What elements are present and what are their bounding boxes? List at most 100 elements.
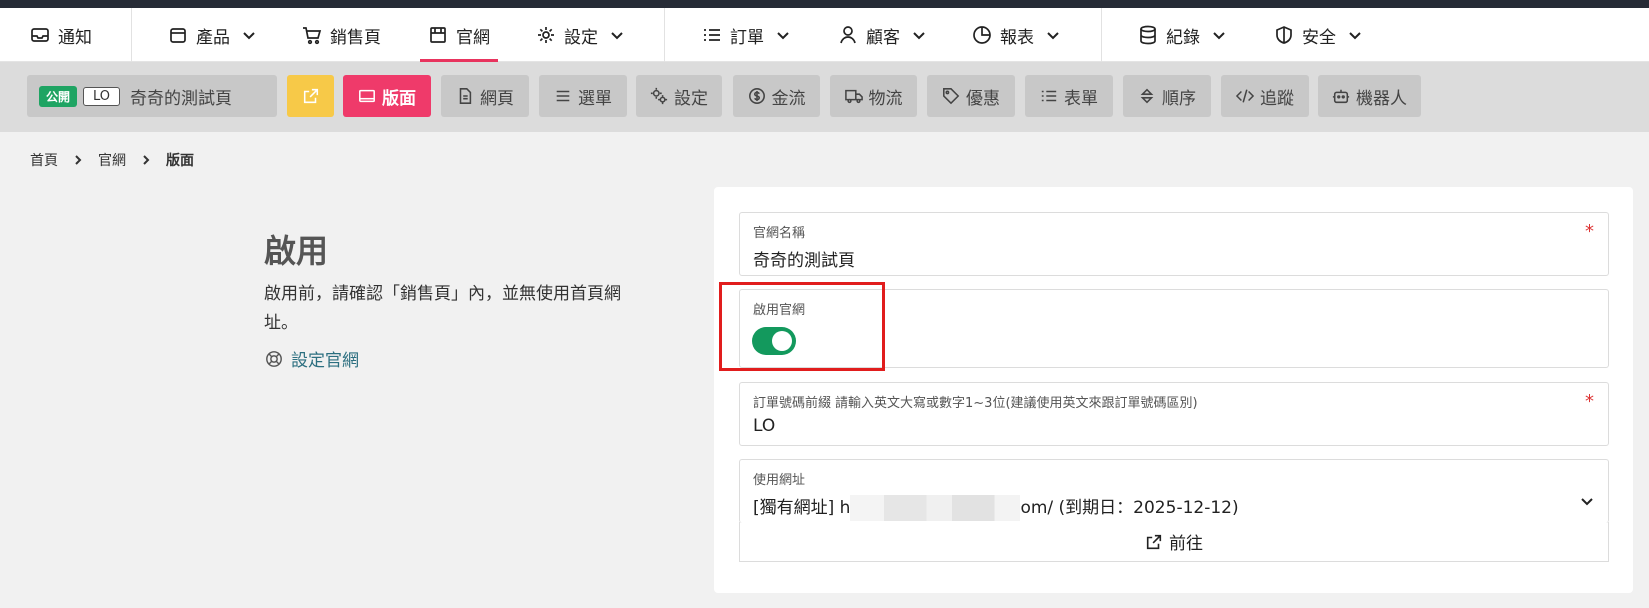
document-icon	[459, 88, 472, 104]
nav-website-label: 官網	[456, 27, 490, 48]
chevron-down-icon	[611, 32, 623, 40]
tab-discount[interactable]: 優惠	[927, 75, 1015, 117]
tab-pages[interactable]: 網頁	[441, 75, 529, 117]
chevron-down-icon	[243, 32, 255, 40]
url-select-field[interactable]: 使用網址 [獨有網址] h om/ (到期日：2025-12-12)	[739, 459, 1609, 523]
window-top-strip	[0, 0, 1649, 8]
tab-settings-label: 設定	[674, 88, 708, 109]
tab-payment[interactable]: 金流	[733, 75, 820, 117]
go-button[interactable]: 前往	[739, 522, 1609, 562]
settings-link[interactable]: 設定官網	[265, 346, 359, 371]
tab-discount-label: 優惠	[966, 88, 1000, 109]
tab-menu[interactable]: 選單	[539, 75, 627, 117]
list-icon	[1041, 90, 1057, 102]
shield-icon	[1276, 26, 1292, 44]
nav-divider	[1101, 8, 1102, 62]
url-label: 使用網址	[753, 473, 806, 488]
site-name: 奇奇的測試頁	[130, 88, 233, 109]
pie-chart-icon	[973, 26, 991, 44]
code-icon	[1236, 89, 1254, 103]
database-icon	[1140, 25, 1156, 45]
chevron-down-icon	[913, 32, 925, 40]
external-link-icon	[1146, 534, 1162, 549]
external-link-icon	[303, 88, 318, 104]
url-suffix: om/ (到期日：2025-12-12)	[1020, 498, 1239, 518]
nav-customers[interactable]: 顧客	[838, 8, 926, 62]
nav-products[interactable]: 產品	[168, 8, 256, 62]
nav-products-label: 產品	[196, 27, 230, 48]
url-value: [獨有網址] h om/ (到期日：2025-12-12)	[753, 493, 1239, 521]
tab-forms-label: 表單	[1064, 88, 1098, 109]
gears-icon	[650, 87, 668, 105]
site-name-value: 奇奇的測試頁	[753, 251, 855, 271]
required-mark: *	[1585, 391, 1594, 412]
site-selector[interactable]: 公開 LO 奇奇的測試頁	[27, 75, 277, 117]
required-mark: *	[1585, 221, 1594, 242]
go-button-label: 前往	[1169, 534, 1203, 554]
storefront-icon	[430, 27, 446, 43]
nav-notify[interactable]: 通知	[30, 8, 92, 62]
truck-icon	[844, 89, 863, 104]
breadcrumb: 首頁 官網 版面	[30, 150, 194, 170]
settings-link-label: 設定官網	[291, 351, 359, 371]
nav-notify-label: 通知	[58, 27, 92, 48]
site-name-field[interactable]: 官網名稱 * 奇奇的測試頁	[739, 212, 1609, 276]
breadcrumb-home[interactable]: 首頁	[30, 150, 58, 170]
tab-tracking[interactable]: 追蹤	[1221, 75, 1309, 117]
layout-icon	[359, 89, 375, 103]
robot-icon	[1332, 89, 1350, 104]
site-toolbar: 公開 LO 奇奇的測試頁 版面 網頁 選單 設定 金流 物流 優惠 表單 順序	[0, 62, 1649, 132]
chevron-down-icon	[1349, 32, 1361, 40]
main-nav: 通知 產品 銷售頁 官網 設定 訂單 顧客 報表 紀錄 安全	[0, 8, 1649, 62]
gear-icon	[538, 27, 554, 43]
tag-icon	[943, 88, 960, 105]
dollar-circle-icon	[748, 88, 765, 104]
tab-payment-label: 金流	[771, 88, 806, 109]
tab-tracking-label: 追蹤	[1260, 88, 1294, 109]
tab-settings[interactable]: 設定	[636, 75, 722, 117]
nav-security-label: 安全	[1302, 27, 1336, 48]
nav-settings[interactable]: 設定	[536, 8, 624, 62]
url-prefix: [獨有網址] h	[753, 498, 851, 518]
nav-security[interactable]: 安全	[1274, 8, 1362, 62]
chevron-right-icon	[75, 155, 82, 165]
nav-website[interactable]: 官網	[420, 8, 498, 62]
breadcrumb-current: 版面	[166, 153, 194, 169]
order-prefix-label-text: 訂單號碼前綴	[753, 396, 832, 411]
lifebuoy-icon	[266, 350, 282, 367]
nav-divider	[131, 8, 132, 62]
box-icon	[170, 28, 186, 43]
tab-order-label: 順序	[1162, 88, 1196, 109]
nav-customers-label: 顧客	[866, 27, 900, 48]
open-external-button[interactable]	[287, 75, 334, 117]
nav-records[interactable]: 紀錄	[1138, 8, 1226, 62]
tab-pages-label: 網頁	[480, 88, 514, 109]
nav-reports[interactable]: 報表	[972, 8, 1060, 62]
section-description: 啟用前，請確認「銷售頁」內，並無使用首頁網址。	[264, 284, 621, 333]
tab-order[interactable]: 順序	[1123, 75, 1211, 117]
order-prefix-hint: 請輸入英文大寫或數字1~3位(建議使用英文來跟訂單號碼區別)	[835, 396, 1198, 411]
user-icon	[840, 26, 856, 44]
nav-orders-label: 訂單	[730, 27, 764, 48]
tab-bot[interactable]: 機器人	[1318, 75, 1421, 117]
nav-sales-page[interactable]: 銷售頁	[302, 8, 381, 62]
breadcrumb-website[interactable]: 官網	[98, 150, 126, 170]
tab-bot-label: 機器人	[1356, 88, 1407, 109]
status-badge: 公開	[39, 85, 78, 107]
tab-layout[interactable]: 版面	[343, 75, 431, 117]
tab-logistics[interactable]: 物流	[830, 75, 917, 117]
settings-card: 官網名稱 * 奇奇的測試頁 啟用官網 訂單號碼前綴 請輸入英文大寫或數字1~3位(…	[714, 187, 1633, 593]
chevron-down-icon	[1047, 32, 1059, 40]
site-name-label: 官網名稱	[753, 226, 806, 241]
nav-sales-page-label: 銷售頁	[330, 27, 381, 48]
tab-layout-label: 版面	[382, 88, 416, 109]
nav-records-label: 紀錄	[1166, 27, 1200, 48]
chevron-down-icon	[1213, 32, 1225, 40]
nav-orders[interactable]: 訂單	[702, 8, 790, 62]
order-prefix-field[interactable]: 訂單號碼前綴 請輸入英文大寫或數字1~3位(建議使用英文來跟訂單號碼區別) * L…	[739, 382, 1609, 446]
nav-settings-label: 設定	[564, 27, 598, 48]
tab-forms[interactable]: 表單	[1025, 75, 1113, 117]
menu-icon	[556, 90, 570, 102]
nav-reports-label: 報表	[1000, 27, 1034, 48]
inbox-icon	[31, 28, 49, 42]
